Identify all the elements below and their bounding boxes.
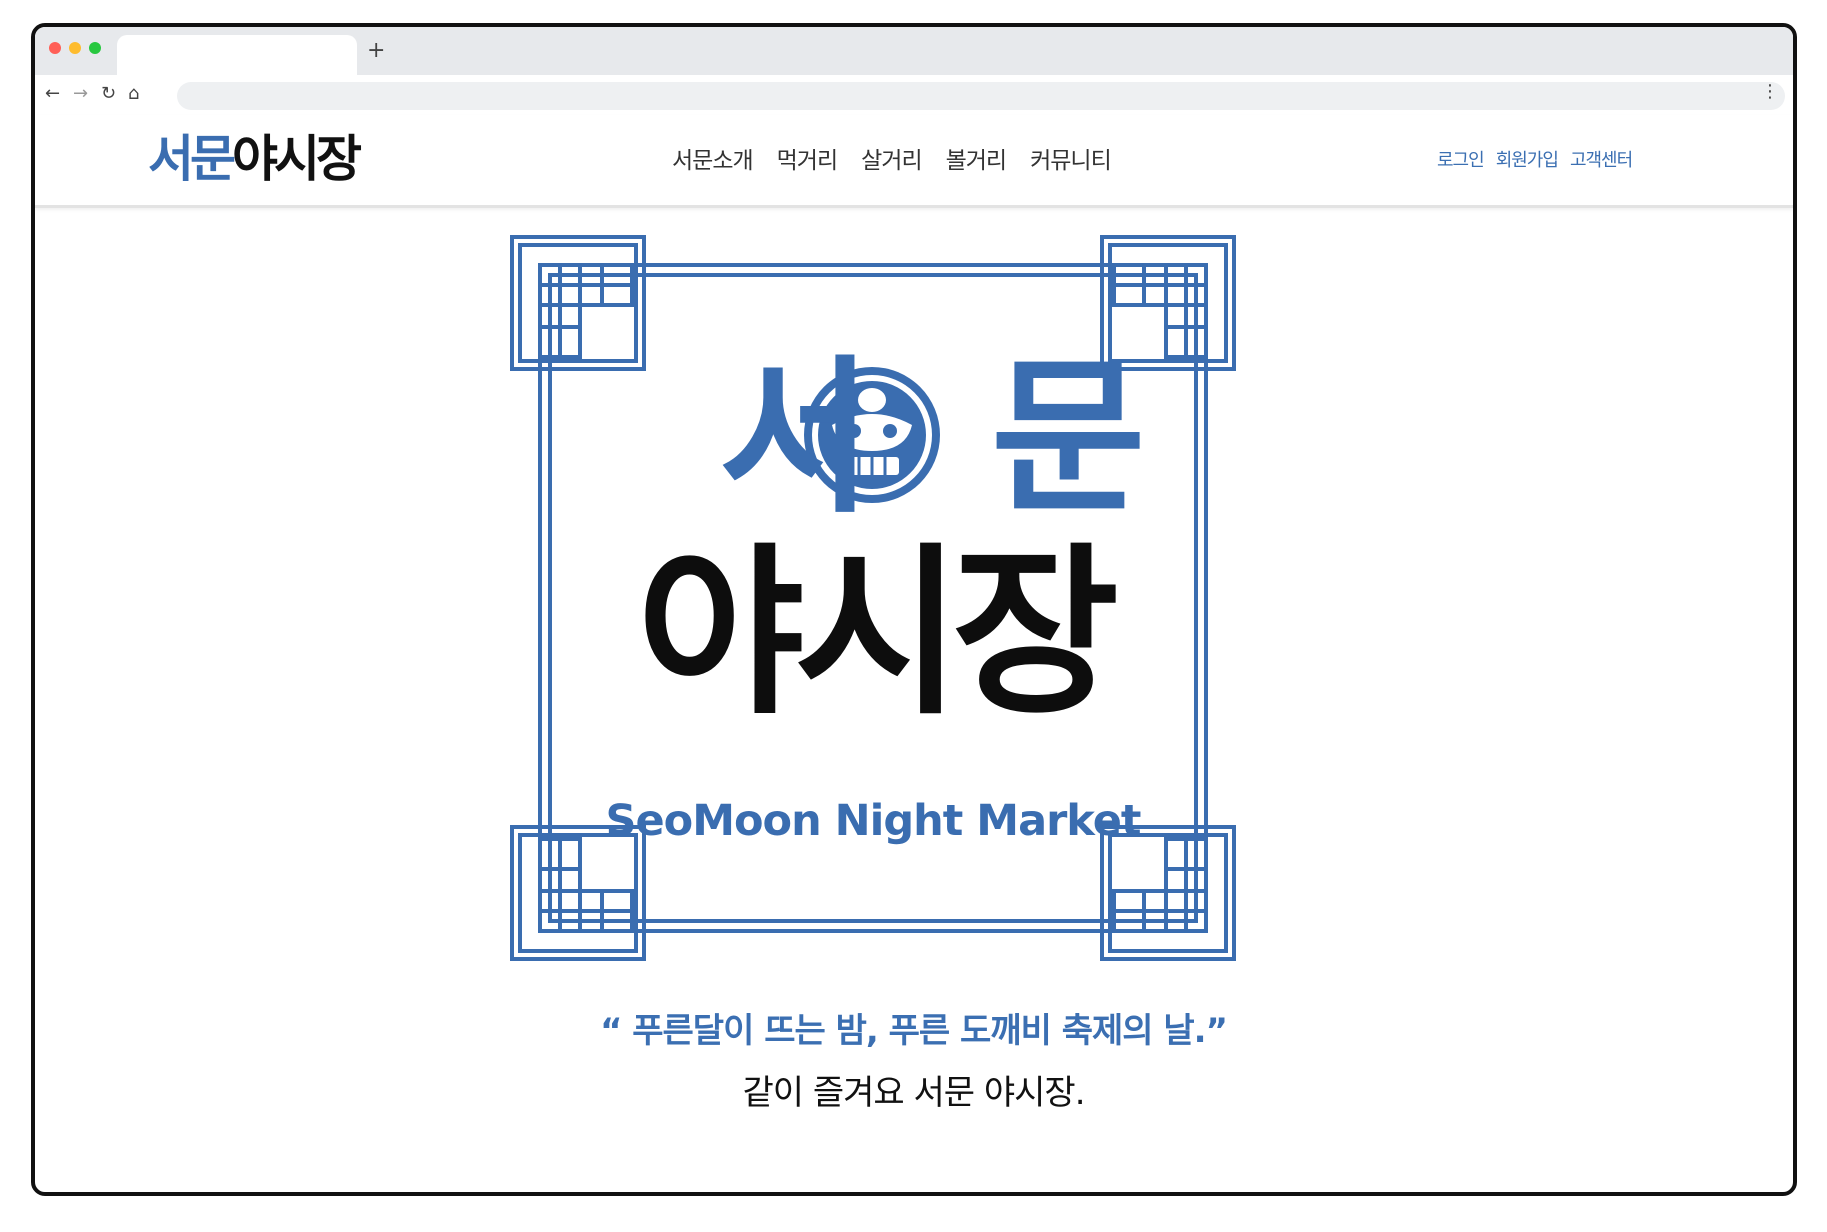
minimize-window-icon[interactable]: [69, 42, 81, 54]
arrow-right-icon[interactable]: →: [73, 83, 88, 105]
hero-title-yasijang: 야시장: [636, 527, 1119, 739]
hero-english-name: SeoMoon Night Market: [605, 796, 1142, 846]
logo-yasijang: 야시장: [232, 130, 362, 188]
site-header: 서문야시장 서문소개 먹거리 살거리 볼거리 커뮤니티 로그인 회원가입 고객센…: [35, 115, 1793, 208]
tab-bar: +: [35, 27, 1793, 75]
active-tab[interactable]: [117, 35, 357, 75]
vertical-dots-icon[interactable]: ⋮: [1761, 81, 1779, 103]
reload-icon[interactable]: ↻: [101, 83, 116, 105]
login-link[interactable]: 로그인: [1437, 150, 1485, 172]
customer-center-link[interactable]: 고객센터: [1570, 150, 1633, 172]
hero-subline: 같이 즐겨요 서문 야시장.: [742, 1073, 1085, 1113]
browser-toolbar: ← → ↻ ⌂ ⋮: [35, 75, 1793, 115]
main-nav: 서문소개 먹거리 살거리 볼거리 커뮤니티: [672, 147, 1112, 175]
nav-item-intro[interactable]: 서문소개: [672, 147, 754, 175]
plus-icon[interactable]: +: [367, 37, 385, 65]
nav-item-food[interactable]: 먹거리: [777, 147, 838, 175]
util-nav: 로그인 회원가입 고객센터: [1437, 150, 1633, 172]
logo-seomoon: 서문: [148, 130, 236, 188]
nav-item-attractions[interactable]: 볼거리: [946, 147, 1007, 175]
nav-item-shopping[interactable]: 살거리: [861, 147, 922, 175]
site-logo[interactable]: 서문야시장: [148, 129, 362, 189]
home-icon[interactable]: ⌂: [128, 83, 139, 105]
arrow-left-icon[interactable]: ←: [45, 83, 60, 105]
address-bar[interactable]: [177, 82, 1785, 110]
close-window-icon[interactable]: [49, 42, 61, 54]
signup-link[interactable]: 회원가입: [1496, 150, 1559, 172]
hero-title-char-1: 서: [718, 340, 991, 536]
hero-tagline: “ 푸른달이 뜨는 밤, 푸른 도깨비 축제의 날.”: [600, 1011, 1228, 1051]
maximize-window-icon[interactable]: [89, 42, 101, 54]
hero-title-seomoon: 서문: [510, 348, 1354, 528]
hero-title-char-2: 문: [991, 340, 1264, 536]
nav-item-community[interactable]: 커뮤니티: [1030, 147, 1112, 175]
hero-emblem: 서문 야시장 SeoMoon Night Market: [510, 235, 1236, 961]
